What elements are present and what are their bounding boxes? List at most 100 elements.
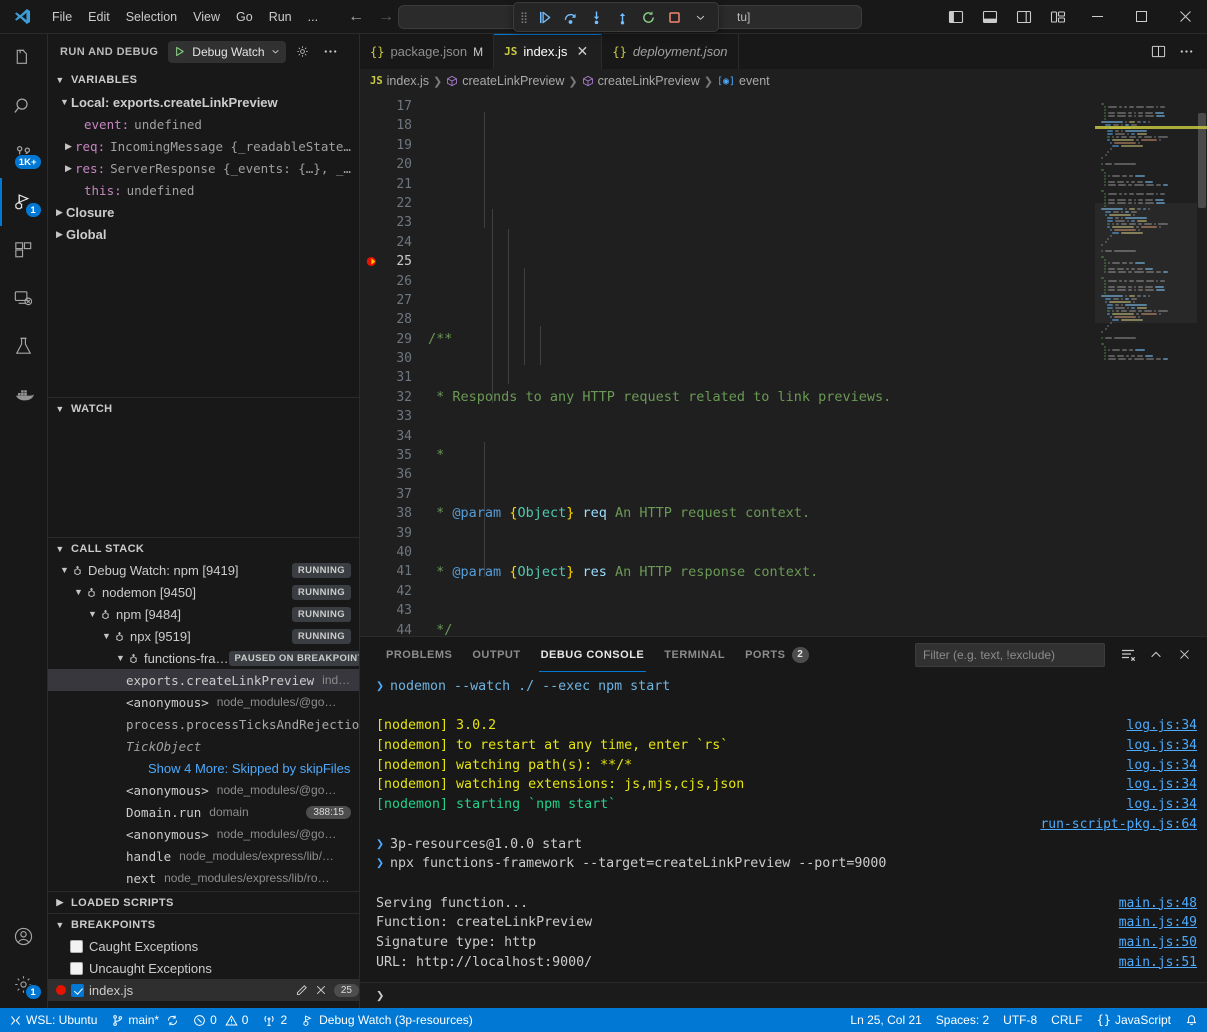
callstack-frame[interactable]: <anonymous> node_modules/@go… — [48, 823, 359, 845]
tab-terminal[interactable]: TERMINAL — [654, 637, 735, 672]
breadcrumb-symbol[interactable]: createLinkPreview — [582, 74, 700, 88]
variable-group-closure[interactable]: ▶ Closure — [48, 201, 359, 223]
variable-row-this[interactable]: ▶ this: undefined — [48, 179, 359, 201]
chevron-right-icon[interactable]: ▶ — [62, 163, 75, 174]
console-source-link[interactable]: run-script-pkg.js:64 — [1020, 815, 1197, 835]
callstack-frame[interactable]: <anonymous> node_modules/@go… — [48, 691, 359, 713]
tab-debug-console[interactable]: DEBUG CONSOLE — [531, 637, 655, 672]
watch-section-header[interactable]: ▼ WATCH — [48, 397, 359, 419]
chevron-down-icon[interactable] — [688, 6, 712, 28]
chevron-right-icon[interactable]: ▶ — [53, 229, 66, 240]
variables-section-header[interactable]: ▼ VARIABLES — [48, 69, 359, 91]
stop-icon[interactable] — [662, 6, 686, 28]
console-source-link[interactable]: log.js:34 — [1107, 775, 1197, 795]
callstack-section-header[interactable]: ▼ CALL STACK — [48, 537, 359, 559]
split-editor-icon[interactable] — [1145, 39, 1171, 65]
close-button[interactable] — [1163, 0, 1207, 34]
sidebar-more-actions-icon[interactable] — [320, 41, 342, 63]
callstack-show-more[interactable]: Show 4 More: Skipped by skipFiles — [48, 757, 359, 779]
variable-group-global[interactable]: ▶ Global — [48, 223, 359, 245]
variable-row-req[interactable]: ▶ req: IncomingMessage {_readableState:… — [48, 135, 359, 157]
minimize-button[interactable] — [1075, 0, 1119, 34]
breakpoints-section-header[interactable]: ▼ BREAKPOINTS — [48, 913, 359, 935]
callstack-frame[interactable]: TickObject — [48, 735, 359, 757]
callstack-frame[interactable]: exports.createLinkPreview ind… — [48, 669, 359, 691]
checkbox[interactable] — [70, 962, 83, 975]
activity-run-and-debug[interactable]: 1 — [0, 178, 48, 226]
restart-icon[interactable] — [636, 6, 660, 28]
variable-row-res[interactable]: ▶ res: ServerResponse {_events: {…}, _e… — [48, 157, 359, 179]
callstack-thread[interactable]: ▼ functions-fra… PAUSED ON BREAKPOINT — [48, 647, 359, 669]
status-git-branch[interactable]: main* — [104, 1008, 186, 1032]
editor-scrollbar[interactable] — [1197, 93, 1207, 636]
callstack-thread[interactable]: ▼ nodemon [9450] RUNNING — [48, 581, 359, 603]
callstack-frame[interactable]: next node_modules/express/lib/ro… — [48, 867, 359, 889]
console-source-link[interactable]: main.js:49 — [1099, 913, 1197, 933]
activity-settings[interactable]: 1 — [0, 960, 48, 1008]
variables-scope-row[interactable]: ▼ Local: exports.createLinkPreview — [48, 91, 359, 113]
tab-output[interactable]: OUTPUT — [462, 637, 530, 672]
console-source-link[interactable]: main.js:48 — [1099, 894, 1197, 914]
console-source-link[interactable]: log.js:34 — [1107, 795, 1197, 815]
open-debug-settings-icon[interactable] — [292, 41, 314, 63]
chevron-right-icon[interactable]: ▶ — [53, 207, 66, 218]
console-source-link[interactable]: main.js:51 — [1099, 953, 1197, 973]
activity-remote-explorer[interactable] — [0, 274, 48, 322]
tab-package-json[interactable]: {} package.json M — [360, 34, 494, 69]
maximize-button[interactable] — [1119, 0, 1163, 34]
tab-deployment-json[interactable]: {} deployment.json — [602, 34, 738, 69]
activity-extensions[interactable] — [0, 226, 48, 274]
debug-configuration-select[interactable]: Debug Watch — [168, 41, 285, 63]
loaded-scripts-section-header[interactable]: ▶ LOADED SCRIPTS — [48, 891, 359, 913]
console-source-link[interactable]: log.js:34 — [1107, 756, 1197, 776]
step-into-icon[interactable] — [584, 6, 608, 28]
clear-console-icon[interactable] — [1115, 642, 1141, 668]
callstack-frame[interactable]: Domain.run domain 388:15 — [48, 801, 359, 823]
console-filter-input[interactable]: Filter (e.g. text, !exclude) — [915, 643, 1105, 667]
close-icon[interactable]: ✕ — [573, 43, 591, 60]
status-problems[interactable]: 0 0 — [186, 1008, 255, 1032]
breadcrumb-symbol[interactable]: [◉] event — [717, 74, 770, 88]
minimap[interactable] — [1095, 93, 1207, 636]
console-source-link[interactable]: log.js:34 — [1107, 736, 1197, 756]
menu-view[interactable]: View — [185, 7, 228, 27]
menu-file[interactable]: File — [44, 7, 80, 27]
callstack-thread[interactable]: ▼ Debug Watch: npm [9419] RUNNING — [48, 559, 359, 581]
status-encoding[interactable]: UTF-8 — [996, 1008, 1044, 1032]
status-debug-session[interactable]: Debug Watch (3p-resources) — [294, 1008, 480, 1032]
step-over-icon[interactable] — [558, 6, 582, 28]
activity-accounts[interactable] — [0, 912, 48, 960]
activity-explorer[interactable] — [0, 34, 48, 82]
back-arrow-icon[interactable]: ← — [348, 8, 364, 26]
toggle-primary-sidebar-icon[interactable] — [939, 0, 973, 34]
status-indentation[interactable]: Spaces: 2 — [929, 1008, 996, 1032]
breakpoint-arrow-icon[interactable] — [366, 254, 380, 269]
callstack-thread[interactable]: ▼ npm [9484] RUNNING — [48, 603, 359, 625]
console-source-link[interactable]: main.js:50 — [1099, 933, 1197, 953]
checkbox[interactable] — [70, 940, 83, 953]
code-area[interactable]: 17 18 19 20 21 22 23 24 25 — [360, 93, 1095, 636]
breadcrumb-symbol[interactable]: createLinkPreview — [446, 74, 564, 88]
callstack-frame[interactable]: process.processTicksAndRejections — [48, 713, 359, 735]
forward-arrow-icon[interactable]: → — [378, 8, 394, 26]
tab-index-js[interactable]: JS index.js ✕ — [494, 34, 602, 69]
status-notifications[interactable] — [1178, 1008, 1205, 1032]
breakpoint-uncaught-exceptions[interactable]: Uncaught Exceptions — [48, 957, 359, 979]
close-icon[interactable] — [315, 984, 327, 996]
maximize-panel-icon[interactable] — [1143, 642, 1169, 668]
activity-search[interactable] — [0, 82, 48, 130]
status-ports[interactable]: 2 — [255, 1008, 294, 1032]
activity-source-control[interactable]: 1K+ — [0, 130, 48, 178]
menu-bar[interactable]: File Edit Selection View Go Run ... — [44, 7, 326, 27]
debug-toolbar[interactable]: ⣿ — [513, 2, 719, 32]
menu-run[interactable]: Run — [261, 7, 300, 27]
status-cursor-position[interactable]: Ln 25, Col 21 — [843, 1008, 928, 1032]
edit-pencil-icon[interactable] — [295, 984, 308, 997]
menu-selection[interactable]: Selection — [118, 7, 185, 27]
checkbox[interactable] — [71, 984, 84, 997]
activity-docker[interactable] — [0, 370, 48, 418]
customize-layout-icon[interactable] — [1041, 0, 1075, 34]
debug-console-input[interactable]: ❯ — [360, 982, 1207, 1008]
step-out-icon[interactable] — [610, 6, 634, 28]
callstack-frame[interactable]: <anonymous> node_modules/@go… — [48, 779, 359, 801]
